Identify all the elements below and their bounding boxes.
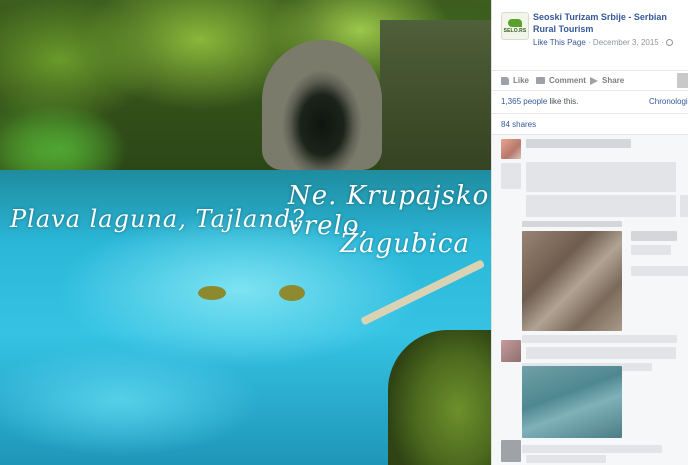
photo-moss-rock — [388, 330, 491, 465]
comment-text-redacted — [522, 335, 677, 343]
share-button-label: Share — [602, 76, 625, 85]
comment-text-redacted — [631, 245, 671, 255]
photo-caption-question: Plava laguna, Tajland? — [10, 205, 306, 233]
thumbs-up-icon — [501, 76, 509, 85]
comment-avatar[interactable] — [501, 163, 521, 189]
comment-text-redacted — [526, 139, 631, 148]
leaf-icon — [508, 18, 522, 27]
likes-people-link[interactable]: 1,365 people — [501, 97, 547, 106]
comment-text-redacted — [631, 231, 677, 241]
post-photo[interactable]: Plava laguna, Tajland? Ne. Krupajsko vre… — [0, 0, 491, 465]
comment-text-redacted — [522, 445, 662, 453]
viewer-avatar[interactable] — [677, 73, 688, 88]
comment-avatar[interactable] — [501, 440, 521, 462]
like-this-page-link[interactable]: Like This Page — [533, 38, 586, 47]
like-button-label: Like — [513, 76, 530, 85]
post-actions-bar: Like Comment Share — [492, 70, 688, 91]
comment-avatar[interactable] — [501, 340, 521, 362]
comment-avatar[interactable] — [501, 139, 521, 159]
comment-order-dropdown[interactable]: Chronological — [649, 97, 688, 106]
page-logo-wordmark: SELO.RS — [503, 27, 527, 34]
post-sidebar: SELO.RS Seoski Turizam Srbije - Serbian … — [491, 0, 688, 465]
post-meta: Like This Page · December 3, 2015 · — [533, 38, 673, 47]
shares-row: 84 shares — [492, 113, 688, 133]
share-button[interactable]: Share — [590, 76, 624, 85]
comment-button[interactable]: Comment — [536, 76, 586, 85]
page-name-link[interactable]: Seoski Turizam Srbije - Serbian Rural To… — [533, 11, 687, 35]
comment-button-label: Comment — [549, 76, 586, 85]
photo-caption-answer-line2: Žagubica — [340, 229, 470, 259]
comment-text-redacted — [680, 195, 688, 217]
share-icon — [590, 76, 598, 85]
comment-text-redacted — [526, 162, 676, 192]
comment-text-redacted — [526, 455, 606, 463]
like-button[interactable]: Like — [501, 76, 529, 85]
comment-image-redacted[interactable] — [522, 231, 622, 331]
comment-text-redacted — [526, 347, 676, 359]
comment-text-redacted — [631, 266, 688, 276]
likes-count: 1,365 people like this. — [501, 97, 578, 106]
photo-cave — [262, 40, 382, 170]
comment-text-redacted — [522, 221, 622, 227]
meta-separator: · — [588, 38, 591, 47]
globe-icon[interactable] — [665, 39, 673, 46]
comments-section — [492, 134, 688, 465]
page-logo[interactable]: SELO.RS — [501, 12, 529, 40]
post-date-link[interactable]: December 3, 2015 — [593, 38, 659, 47]
post-header: SELO.RS Seoski Turizam Srbije - Serbian … — [492, 0, 688, 66]
shares-link[interactable]: 84 shares — [501, 120, 536, 129]
photo-water-plant — [279, 285, 305, 301]
comment-icon — [536, 77, 545, 84]
likes-suffix: like this. — [549, 97, 579, 106]
comment-image-redacted[interactable] — [522, 366, 622, 438]
comment-text-redacted — [526, 195, 676, 217]
likes-summary: 1,365 people like this. Chronological — [492, 92, 688, 112]
photo-water-plant — [198, 286, 226, 300]
meta-separator: · — [660, 38, 664, 47]
